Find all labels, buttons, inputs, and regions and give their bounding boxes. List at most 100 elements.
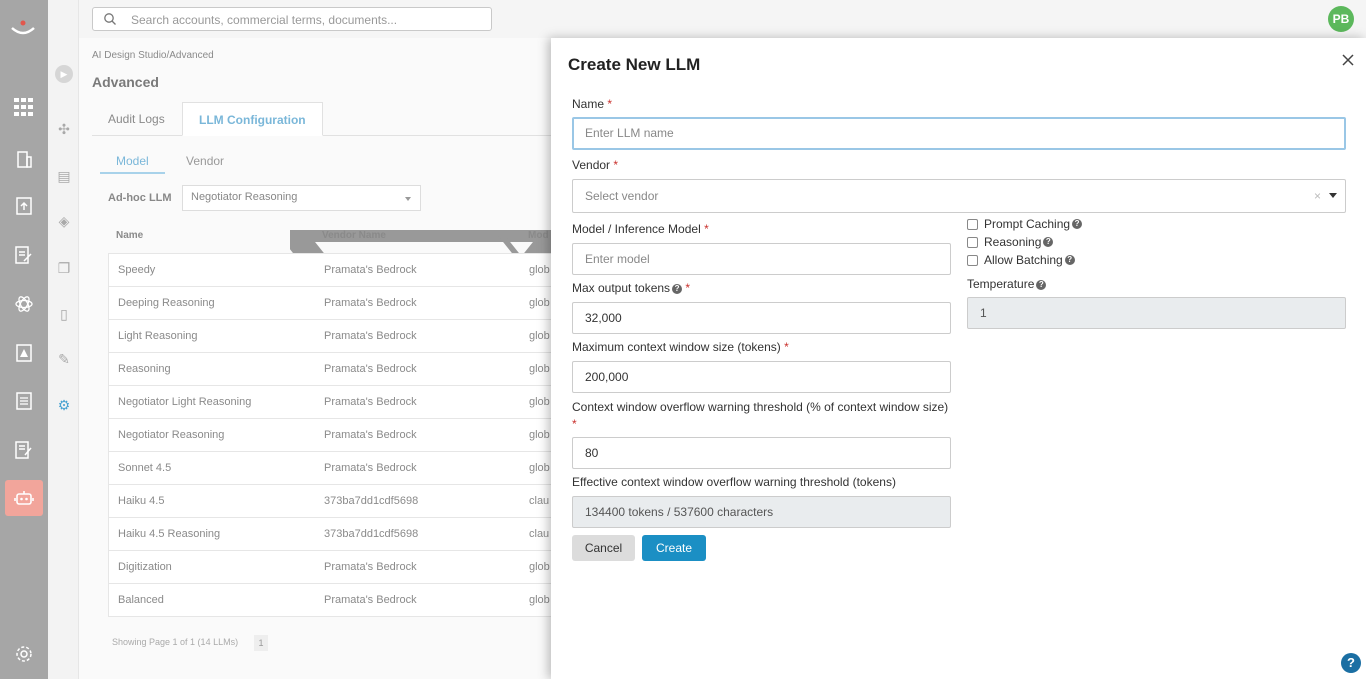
search-input[interactable]: Search accounts, commercial terms, docum… [131,13,397,27]
close-icon[interactable] [1340,52,1356,68]
cell-name: Light Reasoning [118,330,198,342]
cell-name: Negotiator Reasoning [118,429,225,441]
adhoc-llm-select[interactable]: Negotiator Reasoning [182,185,421,211]
robot-icon[interactable] [5,480,43,516]
cell-model: clau [529,495,550,507]
secondary-nav: ▶ ✣ ▤ ◈ ❐ ▯ ✎ ⚙ [48,0,79,679]
breadcrumb[interactable]: AI Design Studio/Advanced [92,50,214,61]
create-button[interactable]: Create [642,535,706,561]
expand-nav-icon[interactable]: ▶ [55,65,73,83]
table-row[interactable]: Deeping Reasoning Pramata's Bedrock glob [109,287,557,320]
upload-doc-icon[interactable] [12,194,36,218]
cell-model: clau [529,528,550,540]
panel-title: Create New LLM [568,55,701,74]
table-row[interactable]: Negotiator Reasoning Pramata's Bedrock glo… [109,419,557,452]
vendor-select[interactable]: Select vendor × [572,179,1346,213]
chip-icon[interactable]: ⚙ [54,395,74,415]
subtab-model[interactable]: Model [100,150,165,174]
app-logo-icon[interactable] [10,18,36,38]
cell-name: Reasoning [118,363,171,375]
checkbox-label: Prompt Caching [984,217,1071,231]
page-title: Advanced [92,74,159,90]
prompt-caching-checkbox[interactable]: Prompt Caching? [967,217,1083,231]
edit-doc-icon[interactable] [12,243,36,267]
copy-doc-icon[interactable]: ❐ [54,258,74,278]
table-row[interactable]: Reasoning Pramata's Bedrock glob [109,353,557,386]
atom-icon[interactable] [12,292,36,316]
search-icon [104,13,116,25]
cell-vendor: Pramata's Bedrock [324,396,417,408]
doc-search-icon[interactable]: ▯ [54,304,74,324]
tab-llm-configuration[interactable]: LLM Configuration [182,102,323,136]
max-output-input[interactable]: 32,000 [572,302,951,334]
edit-list-icon[interactable]: ✎ [54,349,74,369]
table-row[interactable]: Negotiator Light Reasoning Pramata's Bedr… [109,386,557,419]
cell-model: glob [529,429,550,441]
checkbox-icon[interactable] [967,254,978,266]
checkbox-icon[interactable] [967,218,978,230]
max-context-input[interactable]: 200,000 [572,361,951,393]
cell-model: glob [529,363,550,375]
table-row[interactable]: Speedy Pramata's Bedrock glob [109,254,557,287]
help-icon[interactable]: ? [1064,255,1075,265]
pagination-summary: Showing Page 1 of 1 (14 LLMs) [112,637,239,647]
cell-model: glob [529,330,550,342]
chevron-down-icon[interactable] [1329,193,1337,198]
cell-name: Sonnet 4.5 [118,462,172,474]
clear-icon[interactable]: × [1314,180,1321,212]
help-icon[interactable]: ? [1072,219,1083,229]
cell-model: glob [529,561,550,573]
adhoc-llm-value: Negotiator Reasoning [191,191,298,203]
subtab-vendor[interactable]: Vendor [170,150,240,174]
overflow-threshold-input[interactable]: 80 [572,437,951,469]
help-icon[interactable]: ? [1043,237,1054,247]
layers-icon[interactable]: ◈ [54,211,74,231]
table-row[interactable]: Haiku 4.5 373ba7dd1cdf5698 clau [109,485,557,518]
help-icon[interactable]: ? [1036,279,1047,290]
table-row[interactable]: Haiku 4.5 Reasoning 373ba7dd1cdf5698 clau [109,518,557,551]
global-search[interactable]: Search accounts, commercial terms, docum… [92,7,492,31]
table-row[interactable]: Balanced Pramata's Bedrock glob [109,584,557,617]
help-button[interactable]: ? [1341,653,1361,673]
page-number-button[interactable]: 1 [254,635,268,651]
cell-vendor: Pramata's Bedrock [324,363,417,375]
cell-vendor: Pramata's Bedrock [324,264,417,276]
user-avatar[interactable]: PB [1328,6,1354,32]
table-row[interactable]: Light Reasoning Pramata's Bedrock glob [109,320,557,353]
column-header-vendor[interactable]: Vendor Name [322,230,386,241]
sub-tabs: Model Vendor [100,150,560,176]
building-icon[interactable] [12,147,36,171]
max-output-label: Max output tokens? * [572,281,691,295]
checkbox-icon[interactable] [967,236,978,248]
tab-audit-logs[interactable]: Audit Logs [92,102,181,136]
apps-grid-icon[interactable] [12,95,36,119]
table-row[interactable]: Digitization Pramata's Bedrock glob [109,551,557,584]
table-row[interactable]: Sonnet 4.5 Pramata's Bedrock glob [109,452,557,485]
llm-name-input[interactable]: Enter LLM name [572,117,1346,150]
cell-name: Negotiator Light Reasoning [118,396,252,408]
column-header-name[interactable]: Name [116,230,143,241]
help-icon[interactable]: ? [672,283,683,294]
cancel-button[interactable]: Cancel [572,535,635,561]
adhoc-llm-label: Ad-hoc LLM [108,192,172,204]
top-bar: Search accounts, commercial terms, docum… [79,0,1366,38]
column-header-model[interactable]: Mod [528,230,549,241]
effective-threshold-value: 134400 tokens / 537600 characters [572,496,951,528]
cell-name: Haiku 4.5 [118,495,165,507]
cell-vendor: Pramata's Bedrock [324,561,417,573]
page-tabs: Audit Logs LLM Configuration [92,102,572,136]
cell-name: Speedy [118,264,156,276]
cell-vendor: Pramata's Bedrock [324,330,417,342]
reasoning-checkbox[interactable]: Reasoning? [967,235,1054,249]
temperature-input[interactable]: 1 [967,297,1346,329]
document-icon[interactable] [12,389,36,413]
doc-settings-icon[interactable]: ▤ [54,166,74,186]
notes-icon[interactable] [12,438,36,462]
cell-vendor: Pramata's Bedrock [324,429,417,441]
alert-doc-icon[interactable] [12,341,36,365]
network-icon[interactable]: ✣ [54,119,74,139]
model-input[interactable]: Enter model [572,243,951,275]
allow-batching-checkbox[interactable]: Allow Batching? [967,253,1075,267]
settings-icon[interactable] [12,642,36,666]
cell-name: Balanced [118,594,164,606]
